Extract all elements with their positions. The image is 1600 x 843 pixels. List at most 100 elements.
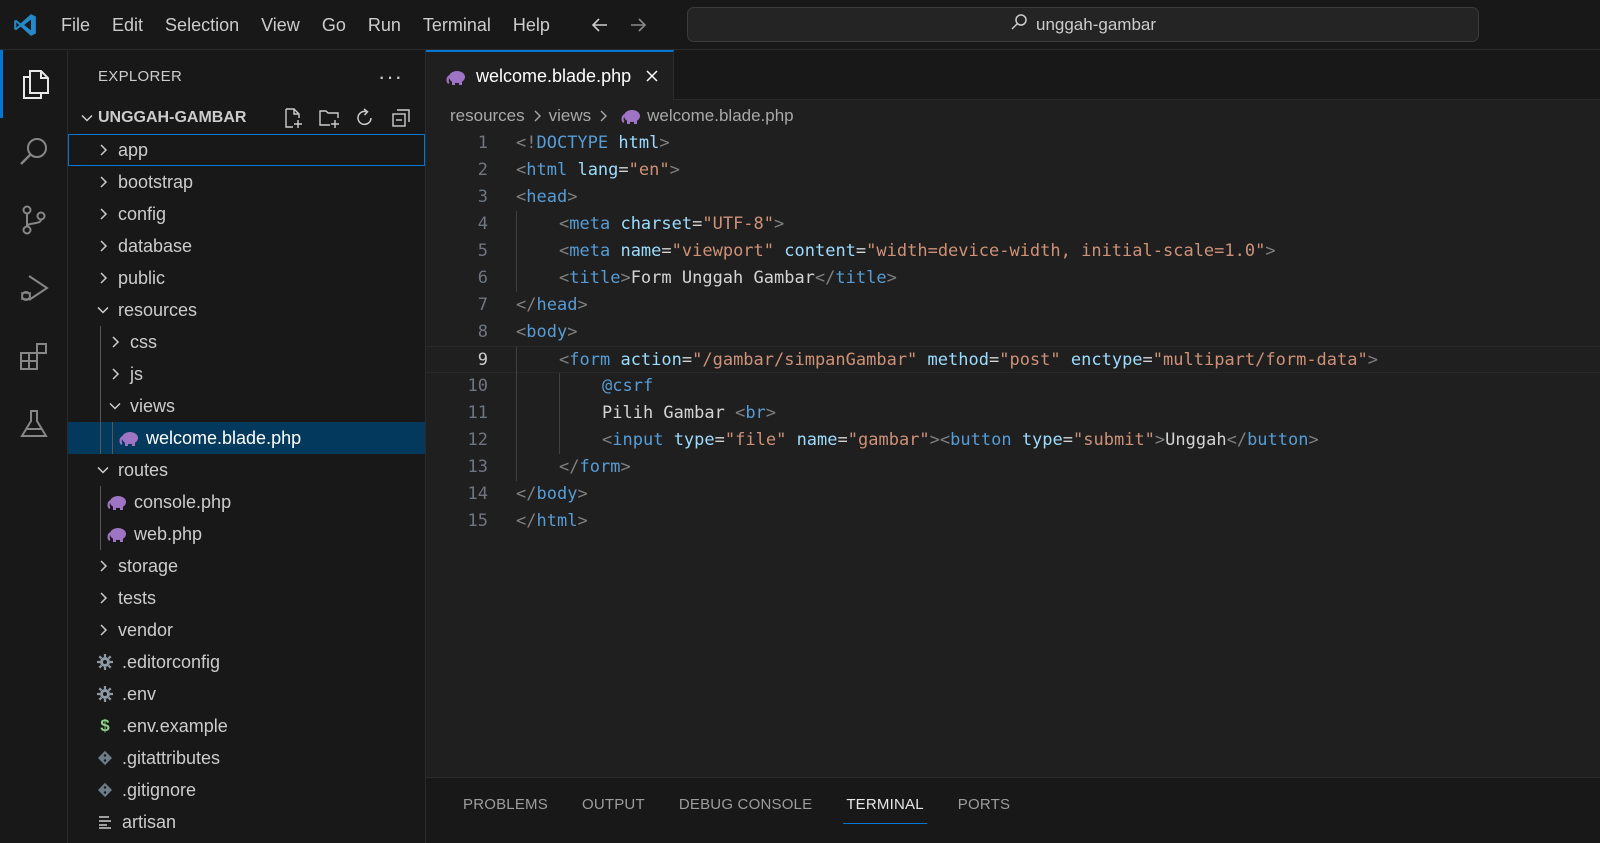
search-icon[interactable] (0, 118, 68, 186)
code-token: = (618, 160, 629, 180)
menu-terminal[interactable]: Terminal (412, 0, 502, 50)
panel-tab-output[interactable]: OUTPUT (565, 778, 662, 832)
code-token: < (516, 160, 527, 180)
code-line[interactable]: 5 <meta name="viewport" content="width=de… (426, 238, 1600, 265)
menu-help[interactable]: Help (502, 0, 561, 50)
folder-js[interactable]: js (68, 358, 425, 390)
code-line[interactable]: 14 </body> (426, 481, 1600, 508)
file-welcome-blade-php[interactable]: welcome.blade.php (68, 422, 425, 454)
code-editor[interactable]: 1 <!DOCTYPE html> 2 <html lang="en"> 3 <head>… (426, 130, 1600, 535)
tree-item-label: public (118, 267, 166, 288)
chevron-right-icon (597, 109, 609, 123)
code-line[interactable]: 13 </form> (426, 454, 1600, 481)
code-line[interactable]: 9 <form action="/gambar/simpanGambar" met… (426, 346, 1600, 374)
close-icon[interactable] (641, 65, 663, 87)
back-arrow-icon[interactable] (589, 14, 611, 36)
file-gitignore[interactable]: .gitignore (68, 774, 425, 806)
code-text: <body> (516, 319, 577, 346)
panel-tab-problems[interactable]: PROBLEMS (446, 778, 565, 832)
folder-app[interactable]: app (68, 134, 425, 166)
folder-resources[interactable]: resources (68, 294, 425, 326)
tab-bar: welcome.blade.php (426, 50, 1600, 101)
code-token: > (669, 160, 680, 180)
collapse-all-icon[interactable] (389, 106, 413, 130)
code-line[interactable]: 7 </head> (426, 292, 1600, 319)
new-file-icon[interactable] (281, 106, 305, 130)
code-text: </head> (516, 292, 588, 319)
folder-storage[interactable]: storage (68, 550, 425, 582)
folder-config[interactable]: config (68, 198, 425, 230)
forward-arrow-icon[interactable] (627, 14, 649, 36)
file-artisan[interactable]: artisan (68, 806, 425, 838)
chevron-right-icon (531, 109, 543, 123)
menu-file[interactable]: File (50, 0, 101, 50)
code-line[interactable]: 15 </html> (426, 508, 1600, 535)
indent-guide (100, 390, 101, 422)
php-elephant-icon (621, 108, 641, 124)
folder-tests[interactable]: tests (68, 582, 425, 614)
breadcrumb-file[interactable]: welcome.blade.php (647, 106, 793, 126)
panel-tab-debug-console[interactable]: DEBUG CONSOLE (662, 778, 829, 832)
file-console-php[interactable]: console.php (68, 486, 425, 518)
file-editorconfig[interactable]: .editorconfig (68, 646, 425, 678)
project-header[interactable]: UNGGAH-GAMBAR (68, 102, 425, 134)
breadcrumb-views[interactable]: views (549, 106, 592, 126)
file-env[interactable]: .env (68, 678, 425, 710)
folder-css[interactable]: css (68, 326, 425, 358)
code-token: >< (929, 430, 951, 450)
file-gitattributes[interactable]: .gitattributes (68, 742, 425, 774)
code-token: = (855, 241, 867, 261)
menu-view[interactable]: View (250, 0, 311, 50)
code-line[interactable]: 1 <!DOCTYPE html> (426, 130, 1600, 157)
line-number: 4 (477, 214, 488, 234)
code-text: Pilih Gambar <br> (602, 400, 776, 427)
code-line[interactable]: 6 <title>Form Unggah Gambar</title> (426, 265, 1600, 292)
code-token: = (692, 214, 703, 234)
folder-routes[interactable]: routes (68, 454, 425, 486)
code-line[interactable]: 4 <meta charset="UTF-8"> (426, 211, 1600, 238)
file-web-php[interactable]: web.php (68, 518, 425, 550)
menu-edit[interactable]: Edit (101, 0, 154, 50)
indent-guide (516, 347, 517, 374)
code-text: <input type="file" name="gambar"><button… (602, 427, 1319, 454)
code-line[interactable]: 2 <html lang="en"> (426, 157, 1600, 184)
menu-selection[interactable]: Selection (154, 0, 250, 50)
panel-tab-ports[interactable]: PORTS (941, 778, 1027, 832)
testing-icon[interactable] (0, 390, 68, 458)
code-line[interactable]: 3 <head> (426, 184, 1600, 211)
code-text: <meta charset="UTF-8"> (559, 211, 784, 238)
folder-bootstrap[interactable]: bootstrap (68, 166, 425, 198)
code-line[interactable]: 8 <body> (426, 319, 1600, 346)
code-line[interactable]: 12 <input type="file" name="gambar"><butt… (426, 427, 1600, 454)
refresh-icon[interactable] (353, 106, 377, 130)
new-folder-icon[interactable] (317, 106, 341, 130)
code-token: charset (620, 214, 693, 234)
code-token: enctype (1070, 350, 1143, 370)
code-token: button (950, 430, 1012, 450)
explorer-icon[interactable] (0, 50, 68, 118)
run-debug-icon[interactable] (0, 254, 68, 322)
breadcrumb: resources views welcome.blade.php (426, 100, 1600, 132)
source-control-icon[interactable] (0, 186, 68, 254)
folder-views[interactable]: views (68, 390, 425, 422)
folder-vendor[interactable]: vendor (68, 614, 425, 646)
extensions-icon[interactable] (0, 322, 68, 390)
command-center-search[interactable]: unggah-gambar (687, 7, 1479, 42)
code-token: </ (1226, 430, 1248, 450)
folder-database[interactable]: database (68, 230, 425, 262)
menu-go[interactable]: Go (311, 0, 357, 50)
more-actions-icon[interactable]: ··· (378, 64, 403, 90)
code-token: > (620, 268, 631, 288)
panel-tab-terminal[interactable]: TERMINAL (829, 778, 940, 832)
breadcrumb-resources[interactable]: resources (450, 106, 525, 126)
code-line[interactable]: 11 Pilih Gambar <br> (426, 400, 1600, 427)
line-number: 5 (477, 241, 488, 261)
code-line[interactable]: 10 @csrf (426, 373, 1600, 400)
code-token: method (927, 350, 989, 370)
file-env-example[interactable]: $ .env.example (68, 710, 425, 742)
folder-public[interactable]: public (68, 262, 425, 294)
menu-run[interactable]: Run (357, 0, 412, 50)
tab-label: welcome.blade.php (476, 66, 632, 86)
tab-welcome-blade[interactable]: welcome.blade.php (426, 50, 674, 101)
